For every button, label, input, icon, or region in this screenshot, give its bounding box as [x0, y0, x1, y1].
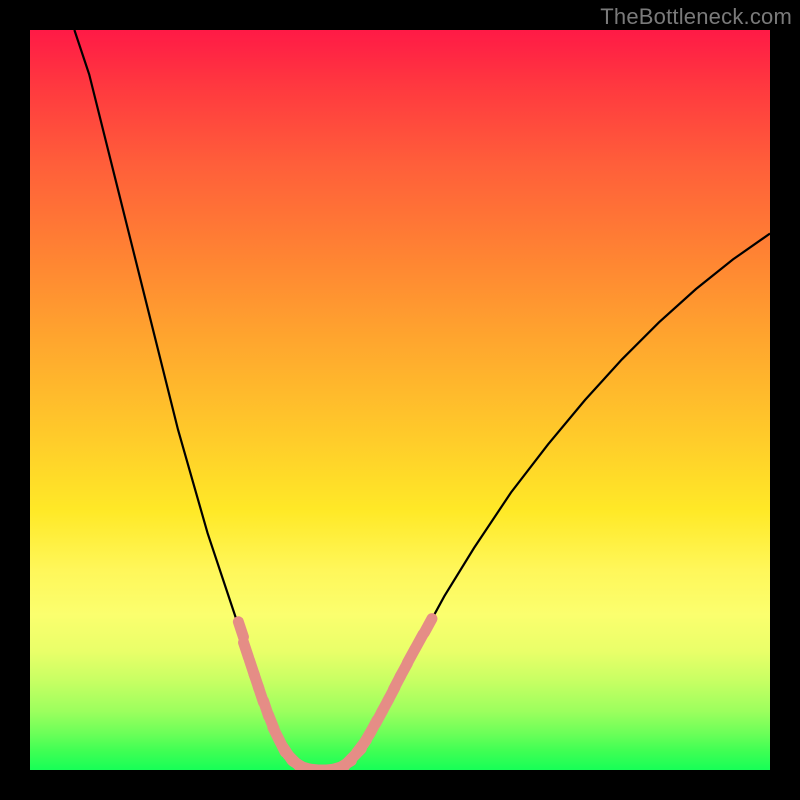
- data-marker: [238, 622, 243, 637]
- watermark-text: TheBottleneck.com: [600, 4, 792, 30]
- chart-plot-area: [30, 30, 770, 770]
- chart-outer-frame: TheBottleneck.com: [0, 0, 800, 800]
- bottleneck-curve: [74, 30, 770, 770]
- data-marker: [424, 619, 432, 633]
- chart-svg-layer: [30, 30, 770, 770]
- marker-group: [238, 619, 432, 770]
